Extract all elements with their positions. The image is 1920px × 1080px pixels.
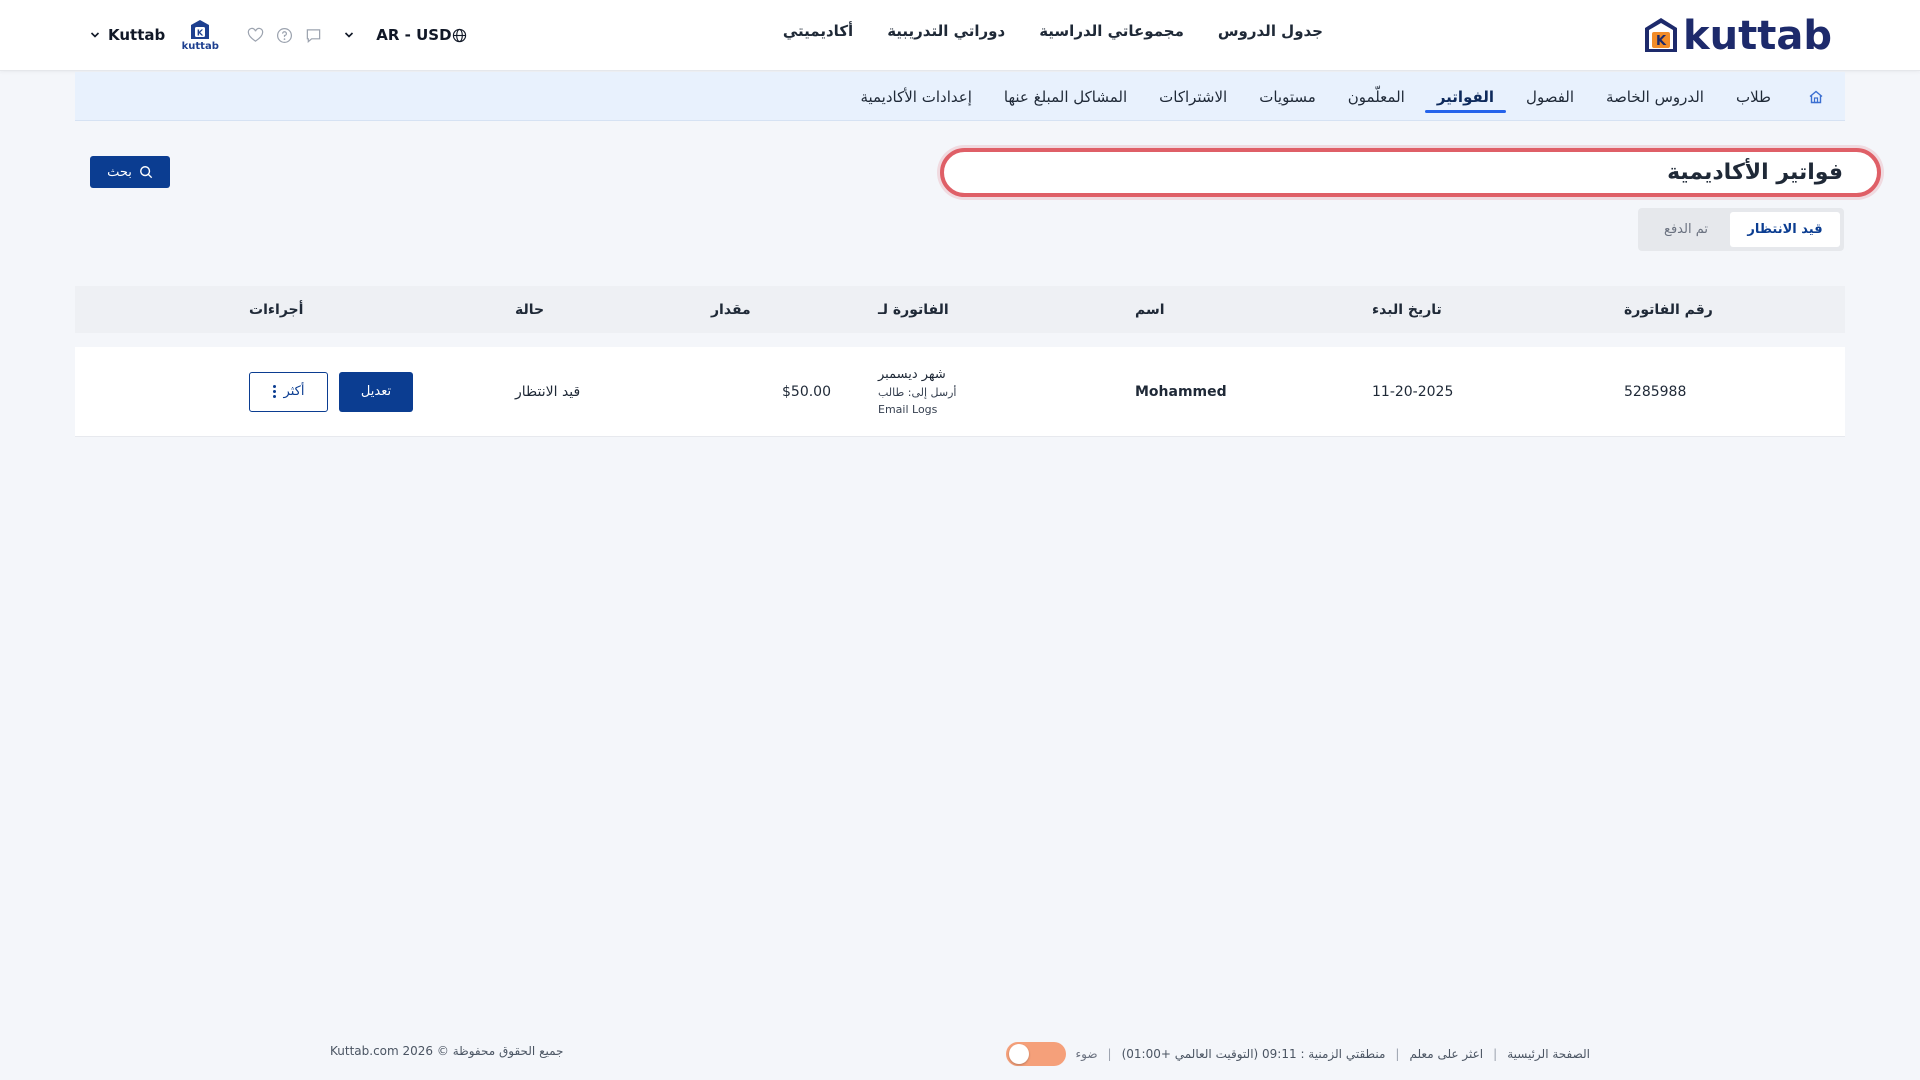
chevron-down-icon bbox=[90, 32, 100, 38]
page-title: فواتير الأكاديمية bbox=[1667, 160, 1843, 185]
footer-timezone: منطقتي الزمنية : 09:11 (التوقيت العالمي … bbox=[1121, 1047, 1386, 1061]
email-logs-link[interactable]: Email Logs bbox=[878, 403, 937, 416]
footer-separator: | bbox=[1107, 1047, 1112, 1061]
avatar-caption: kuttab bbox=[181, 40, 219, 52]
kuttab-logo[interactable]: K kuttab bbox=[1641, 14, 1832, 58]
help-icon[interactable] bbox=[276, 27, 293, 44]
subnav-academy-settings[interactable]: إعدادات الأكاديمية bbox=[844, 72, 987, 121]
heart-icon[interactable] bbox=[247, 27, 264, 44]
col-amount: مقدار bbox=[711, 301, 751, 318]
header-icon-group bbox=[247, 27, 322, 44]
home-icon bbox=[1809, 90, 1823, 103]
invoice-send-to: أرسل إلى: طالب bbox=[878, 386, 957, 399]
subnav-invoices[interactable]: الفواتير bbox=[1421, 72, 1510, 121]
nav-my-study-groups[interactable]: مجموعاتي الدراسية bbox=[1039, 22, 1184, 40]
chevron-down-icon bbox=[345, 32, 354, 38]
main-nav: جدول الدروس مجموعاتي الدراسية دوراتي الت… bbox=[783, 22, 1323, 40]
row-actions-cell: تعديل أكثر bbox=[249, 347, 449, 436]
theme-toggle[interactable] bbox=[1005, 1042, 1066, 1066]
subnav-students[interactable]: طلاب bbox=[1720, 72, 1787, 121]
subnav-subscriptions[interactable]: الاشتراكات bbox=[1143, 72, 1243, 121]
subnav-teachers[interactable]: المعلّمون bbox=[1332, 72, 1421, 121]
footer-links: الصفحة الرئيسية | اعثر على معلم | منطقتي… bbox=[1005, 1042, 1590, 1066]
col-start-date: تاريخ البدء bbox=[1372, 301, 1442, 318]
footer-separator: | bbox=[1395, 1047, 1400, 1061]
col-actions: أجراءات bbox=[249, 301, 304, 318]
tab-paid[interactable]: تم الدفع bbox=[1644, 212, 1728, 247]
logo-text: kuttab bbox=[1683, 13, 1832, 59]
svg-text:K: K bbox=[197, 28, 204, 37]
edit-button[interactable]: تعديل bbox=[339, 371, 413, 412]
logo-mark-icon: K bbox=[1645, 18, 1678, 52]
footer-home-link[interactable]: الصفحة الرئيسية bbox=[1507, 1047, 1590, 1061]
subnav-home[interactable] bbox=[1787, 89, 1845, 105]
invoice-status-tabs: قيد الانتظار تم الدفع bbox=[1638, 208, 1844, 251]
invoice-student-name: Mohammed bbox=[1135, 383, 1227, 400]
account-avatar[interactable]: K kuttab bbox=[181, 19, 219, 52]
invoice-status: قيد الانتظار bbox=[515, 383, 581, 400]
page-title-highlight: فواتير الأكاديمية bbox=[940, 148, 1881, 197]
nav-my-courses[interactable]: دوراتي التدريبية bbox=[887, 22, 1005, 40]
col-invoice-for: الفاتورة لـ bbox=[878, 301, 949, 318]
subnav-reported-issues[interactable]: المشاكل المبلغ عنها bbox=[988, 72, 1143, 121]
header-tools: Kuttab K kuttab AR - USD bbox=[90, 18, 467, 52]
theme-label: ضوء bbox=[1075, 1047, 1098, 1061]
globe-icon bbox=[452, 28, 466, 42]
more-button[interactable]: أكثر bbox=[249, 371, 328, 412]
col-status: حالة bbox=[515, 301, 545, 318]
locale-selector[interactable]: AR - USD bbox=[344, 26, 466, 44]
col-name: اسم bbox=[1135, 301, 1165, 318]
chat-icon[interactable] bbox=[305, 27, 322, 44]
locale-label: AR - USD bbox=[376, 26, 452, 44]
search-button[interactable]: بحث bbox=[90, 156, 170, 188]
invoice-for-block: شهر ديسمبر أرسل إلى: طالب Email Logs bbox=[878, 347, 1078, 436]
top-header: K kuttab جدول الدروس مجموعاتي الدراسية د… bbox=[0, 0, 1920, 71]
academy-subnav: طلاب الدروس الخاصة الفصول الفواتير المعل… bbox=[75, 72, 1845, 121]
table-row: 5285988 11-20-2025 Mohammed شهر ديسمبر أ… bbox=[75, 347, 1845, 437]
subnav-classes[interactable]: الفصول bbox=[1510, 72, 1590, 121]
search-button-label: بحث bbox=[107, 164, 132, 179]
account-menu[interactable]: Kuttab bbox=[90, 26, 165, 44]
invoice-number: 5285988 bbox=[1624, 383, 1687, 400]
subnav-private-lessons[interactable]: الدروس الخاصة bbox=[1590, 72, 1720, 121]
footer-find-teacher-link[interactable]: اعثر على معلم bbox=[1409, 1047, 1483, 1061]
col-invoice-number: رقم الفاتورة bbox=[1624, 301, 1713, 318]
subnav-levels[interactable]: مستويات bbox=[1243, 72, 1332, 121]
nav-my-academy[interactable]: أكاديميتي bbox=[783, 22, 853, 40]
invoices-table-header: رقم الفاتورة تاريخ البدء اسم الفاتورة لـ… bbox=[75, 286, 1845, 333]
search-icon bbox=[139, 166, 153, 179]
invoice-start-date: 11-20-2025 bbox=[1372, 383, 1454, 400]
more-vertical-icon bbox=[272, 385, 276, 398]
nav-lessons-schedule[interactable]: جدول الدروس bbox=[1218, 22, 1323, 40]
account-name: Kuttab bbox=[108, 26, 166, 44]
avatar-logo-icon: K bbox=[191, 19, 210, 39]
footer-separator: | bbox=[1493, 1047, 1498, 1061]
tab-pending[interactable]: قيد الانتظار bbox=[1730, 212, 1840, 247]
more-button-label: أكثر bbox=[283, 384, 305, 399]
invoice-period: شهر ديسمبر bbox=[878, 367, 946, 382]
invoice-amount: $50.00 bbox=[782, 383, 831, 400]
svg-text:K: K bbox=[1656, 34, 1667, 49]
toggle-knob bbox=[1008, 1044, 1029, 1064]
footer-copyright: جميع الحقوق محفوظة © 2026 Kuttab.com bbox=[330, 1044, 564, 1058]
